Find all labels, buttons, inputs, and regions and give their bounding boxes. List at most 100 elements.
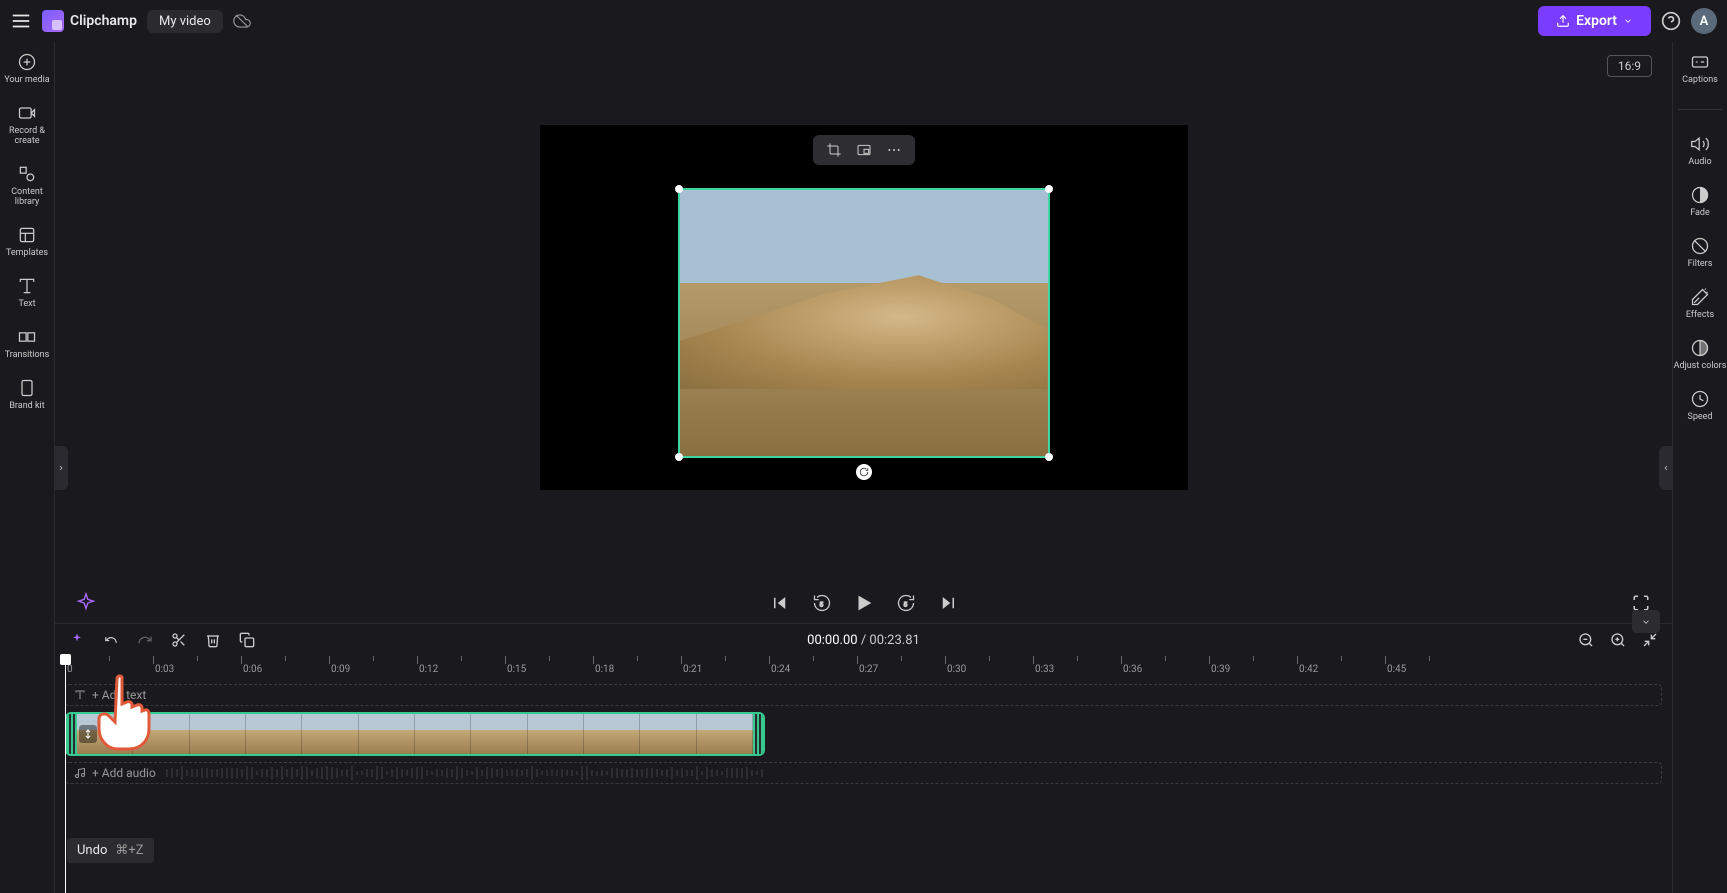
shapes-icon [17,164,37,184]
timeline-toolbar: 00:00.00 / 00:23.81 [55,624,1672,656]
audio-track-label: + Add audio [92,766,156,780]
sidebar-item-text[interactable]: Text [0,276,54,309]
video-clip[interactable] [65,712,765,756]
resize-handle-bottom-right[interactable] [1045,453,1053,461]
split-button[interactable] [169,630,189,650]
playhead[interactable] [65,656,66,893]
plus-circle-icon [17,52,37,72]
clip-trim-handle-left[interactable] [67,714,77,754]
speaker-icon [1690,134,1710,154]
sidebar-item-label: Speed [1687,412,1712,422]
ruler-tick-label: 0:36 [1123,664,1142,675]
ruler-tick-label: 0:06 [243,664,262,675]
zoom-out-button[interactable] [1576,630,1596,650]
skip-forward-button[interactable] [937,592,959,614]
sidebar-item-brand-kit[interactable]: Brand kit [0,378,54,411]
sidebar-item-label: Templates [6,248,48,258]
left-sidebar: Your media Record & create Content libra… [0,42,55,893]
timeline-ruler[interactable]: 0 0:030:060:090:120:150:180:210:240:270:… [65,656,1662,684]
playback-controls: 5 5 [55,583,1672,623]
ruler-tick-label: 0:03 [155,664,174,675]
ai-suggestions-button[interactable] [75,592,97,614]
sidebar-item-speed[interactable]: Speed [1673,389,1727,422]
play-button[interactable] [853,592,875,614]
help-icon[interactable] [1661,11,1681,31]
resize-handle-top-left[interactable] [675,185,683,193]
ruler-tick-label: 0:18 [595,664,614,675]
sidebar-item-filters[interactable]: Filters [1673,236,1727,269]
resize-handle-bottom-left[interactable] [675,453,683,461]
undo-tooltip: Undo ⌘+Z [67,838,154,863]
sidebar-item-audio[interactable]: Audio [1673,134,1727,167]
clip-trim-handle-right[interactable] [753,714,763,754]
redo-button[interactable] [135,630,155,650]
selected-clip[interactable] [678,188,1050,458]
menu-icon[interactable] [10,10,32,32]
sidebar-item-your-media[interactable]: Your media [0,52,54,85]
sidebar-item-effects[interactable]: Effects [1673,287,1727,320]
chevron-down-icon [1623,16,1633,26]
more-options-button[interactable] [883,139,905,161]
clip-thumbnails [77,714,753,754]
ruler-tick-label: 0:27 [859,664,878,675]
skip-back-button[interactable] [769,592,791,614]
adjust-colors-icon [1690,338,1710,358]
transitions-icon [17,327,37,347]
trash-icon [205,632,221,648]
more-horizontal-icon [886,142,902,158]
forward-5s-button[interactable]: 5 [895,592,917,614]
fade-icon [1690,185,1710,205]
project-title[interactable]: My video [147,10,223,33]
sidebar-item-label: Audio [1688,157,1711,167]
undo-button[interactable] [101,630,121,650]
export-label: Export [1576,13,1617,29]
sidebar-item-record-create[interactable]: Record & create [0,103,54,146]
clip-audio-icon[interactable] [103,725,121,743]
tooltip-label: Undo [77,843,107,858]
avatar[interactable]: A [1691,8,1717,34]
preview-canvas[interactable] [540,125,1188,490]
sidebar-item-templates[interactable]: Templates [0,225,54,258]
text-track[interactable]: + Add text [65,684,1662,706]
ruler-tick-label: 0:15 [507,664,526,675]
app-logo[interactable]: Clipchamp [42,10,137,32]
collapse-right-panel-button[interactable] [1659,446,1673,490]
crop-button[interactable] [823,139,845,161]
sidebar-item-content-library[interactable]: Content library [0,164,54,207]
delete-button[interactable] [203,630,223,650]
aspect-ratio-button[interactable]: 16:9 [1607,55,1652,77]
magic-button[interactable] [67,630,87,650]
fit-timeline-button[interactable] [1640,630,1660,650]
export-button[interactable]: Export [1538,6,1651,36]
ruler-tick-label: 0:12 [419,664,438,675]
zoom-in-button[interactable] [1608,630,1628,650]
template-icon [17,225,37,245]
speed-icon [1690,389,1710,409]
brand-kit-icon [17,378,37,398]
main-area: 16:9 [55,42,1672,893]
ruler-tick-label: 0:33 [1035,664,1054,675]
rotate-handle[interactable] [856,464,872,480]
upload-icon [1556,14,1570,28]
ruler-tick-label: 0:45 [1387,664,1406,675]
resize-handle-top-right[interactable] [1045,185,1053,193]
camera-icon [17,103,37,123]
duration: 00:23.81 [869,633,919,648]
cloud-sync-off-icon[interactable] [233,12,251,30]
duplicate-button[interactable] [237,630,257,650]
pip-button[interactable] [853,139,875,161]
sidebar-item-captions[interactable]: Captions [1673,52,1727,85]
text-icon [74,689,86,701]
sidebar-item-label: Transitions [5,350,50,360]
clip-expand-icon[interactable] [79,725,97,743]
sidebar-item-fade[interactable]: Fade [1673,185,1727,218]
ruler-tick-label: 0:24 [771,664,790,675]
zoom-out-icon [1578,632,1594,648]
sidebar-item-adjust-colors[interactable]: Adjust colors [1673,338,1727,371]
skip-back-icon [771,594,789,612]
sidebar-item-transitions[interactable]: Transitions [0,327,54,360]
ruler-tick-label: 0:30 [947,664,966,675]
audio-track[interactable]: + Add audio [65,762,1662,784]
rewind-5s-button[interactable]: 5 [811,592,833,614]
sidebar-item-label: Fade [1690,208,1710,218]
